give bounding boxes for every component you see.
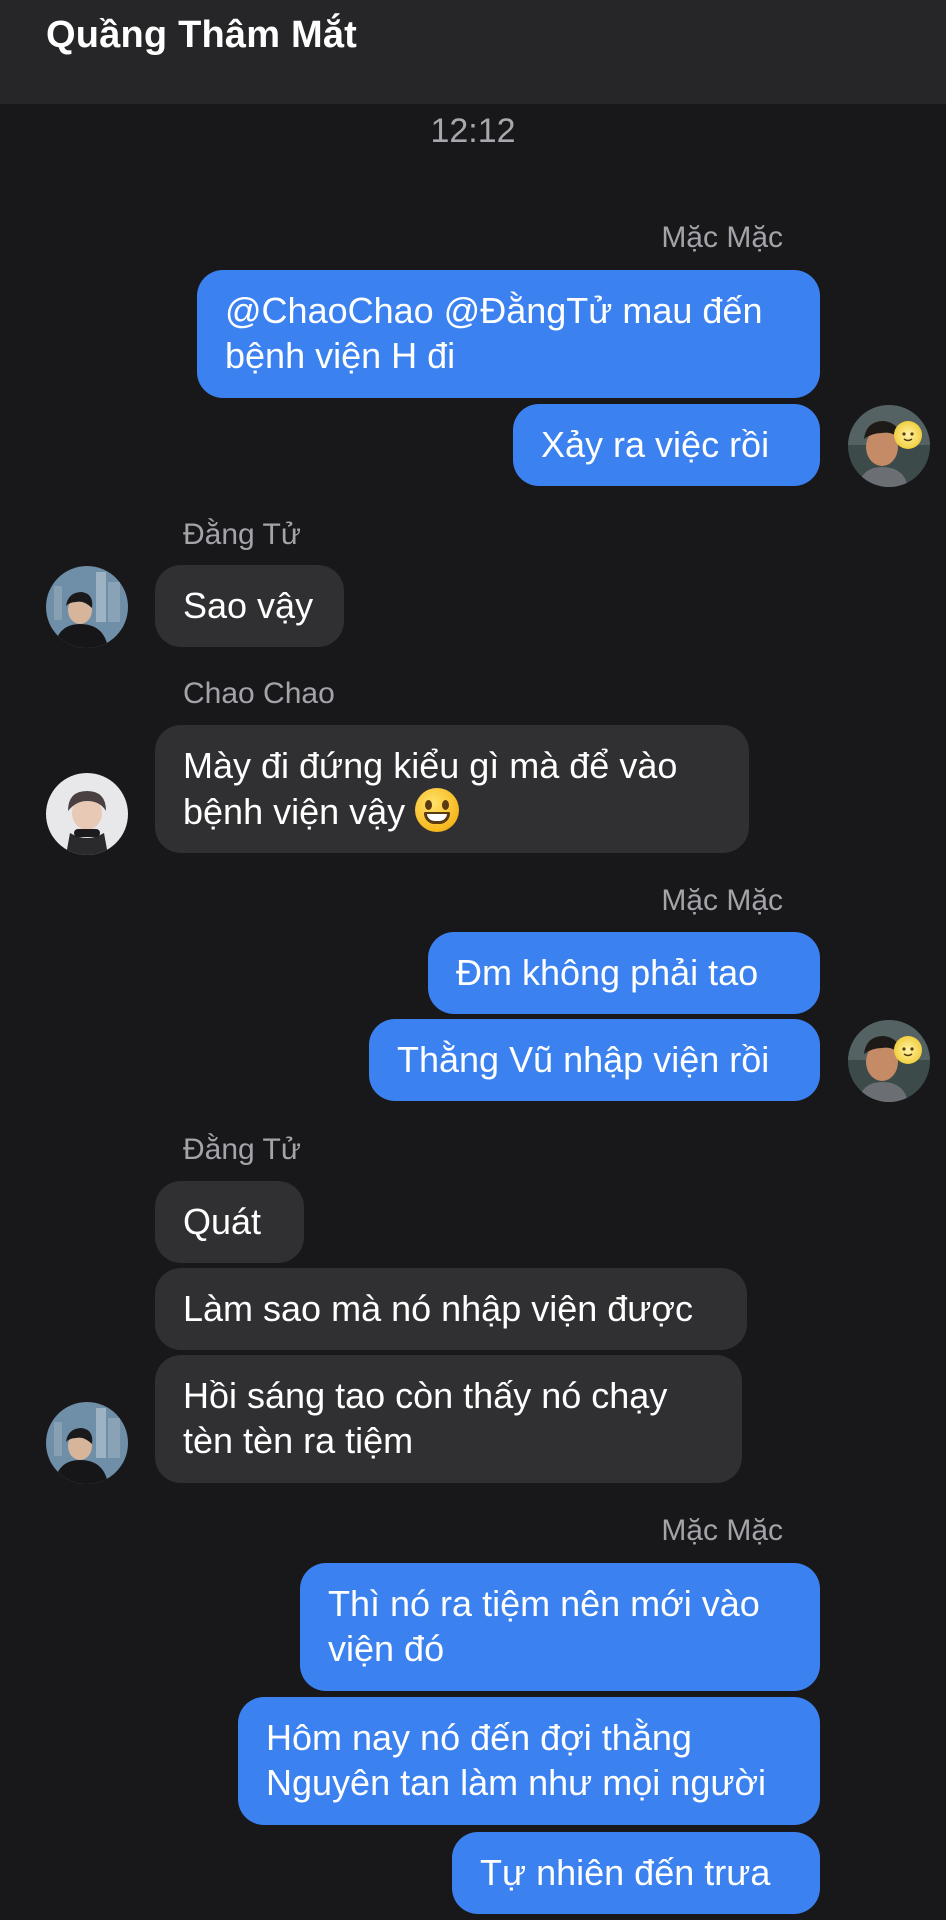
sender-name: Đằng Tử [183, 518, 301, 551]
message-bubble-outgoing[interactable]: @ChaoChao @ĐằngTử mau đến bệnh viện H đi [197, 270, 820, 398]
avatar-dang-tu[interactable] [46, 566, 128, 648]
grinning-face-emoji-icon [415, 788, 460, 832]
avatar-mac-mac[interactable] [848, 405, 930, 487]
message-bubble-outgoing[interactable]: Thì nó ra tiệm nên mới vào viện đó [300, 1563, 820, 1691]
message-bubble-incoming[interactable]: Hồi sáng tao còn thấy nó chạy tèn tèn ra… [155, 1355, 742, 1483]
message-text: Làm sao mà nó nhập viện được [183, 1288, 693, 1329]
sender-name: Đằng Tử [183, 1133, 301, 1166]
sender-name: Mặc Mặc [661, 221, 783, 254]
message-bubble-outgoing[interactable]: Đm không phải tao [428, 932, 820, 1014]
message-text: Thì nó ra tiệm nên mới vào [328, 1583, 760, 1624]
message-bubble-outgoing[interactable]: Hôm nay nó đến đợi thằng Nguyên tan làm … [238, 1697, 820, 1825]
avatar-dang-tu-icon [46, 1402, 128, 1484]
message-text: bệnh viện vậy [183, 791, 406, 832]
chat-header: Quầng Thâm Mắt [0, 0, 946, 104]
message-bubble-outgoing[interactable]: Thằng Vũ nhập viện rồi [369, 1019, 820, 1101]
message-timestamp: 12:12 [430, 112, 516, 150]
message-text: tèn tèn ra tiệm [183, 1420, 414, 1461]
avatar-chao-chao[interactable] [46, 773, 128, 855]
message-text: bệnh viện H đi [225, 335, 456, 376]
sender-name: Mặc Mặc [661, 884, 783, 917]
message-text: Hôm nay nó đến đợi thằng [266, 1717, 692, 1758]
avatar-dang-tu[interactable] [46, 1402, 128, 1484]
message-bubble-outgoing[interactable]: Tự nhiên đến trưa [452, 1832, 820, 1914]
sender-name: Mặc Mặc [661, 1514, 783, 1547]
message-bubble-outgoing[interactable]: Xảy ra việc rồi [513, 404, 820, 486]
avatar-mac-mac-icon [848, 1020, 930, 1102]
message-bubble-incoming[interactable]: Quát [155, 1181, 304, 1263]
message-bubble-incoming[interactable]: Làm sao mà nó nhập viện được [155, 1268, 747, 1350]
message-text: Sao vậy [183, 585, 314, 626]
chat-title[interactable]: Quầng Thâm Mắt [46, 14, 357, 57]
avatar-chao-chao-icon [46, 773, 128, 855]
message-text: Tự nhiên đến trưa [480, 1852, 771, 1893]
avatar-dang-tu-icon [46, 566, 128, 648]
message-text: Hồi sáng tao còn thấy nó chạy [183, 1375, 668, 1416]
message-text: viện đó [328, 1628, 445, 1669]
message-text: Mày đi đứng kiểu gì mà để vào [183, 745, 678, 786]
message-text: @ChaoChao @ĐằngTử mau đến [225, 290, 763, 331]
message-text: Xảy ra việc rồi [541, 424, 770, 465]
message-text: Quát [183, 1201, 262, 1242]
message-bubble-incoming[interactable]: Sao vậy [155, 565, 344, 647]
message-text: Thằng Vũ nhập viện rồi [397, 1039, 770, 1080]
message-text: Nguyên tan làm như mọi người [266, 1762, 767, 1803]
message-bubble-incoming[interactable]: Mày đi đứng kiểu gì mà để vào bệnh viện … [155, 725, 749, 853]
sender-name: Chao Chao [183, 677, 335, 710]
avatar-mac-mac-icon [848, 405, 930, 487]
message-text: Đm không phải tao [456, 952, 759, 993]
avatar-mac-mac[interactable] [848, 1020, 930, 1102]
